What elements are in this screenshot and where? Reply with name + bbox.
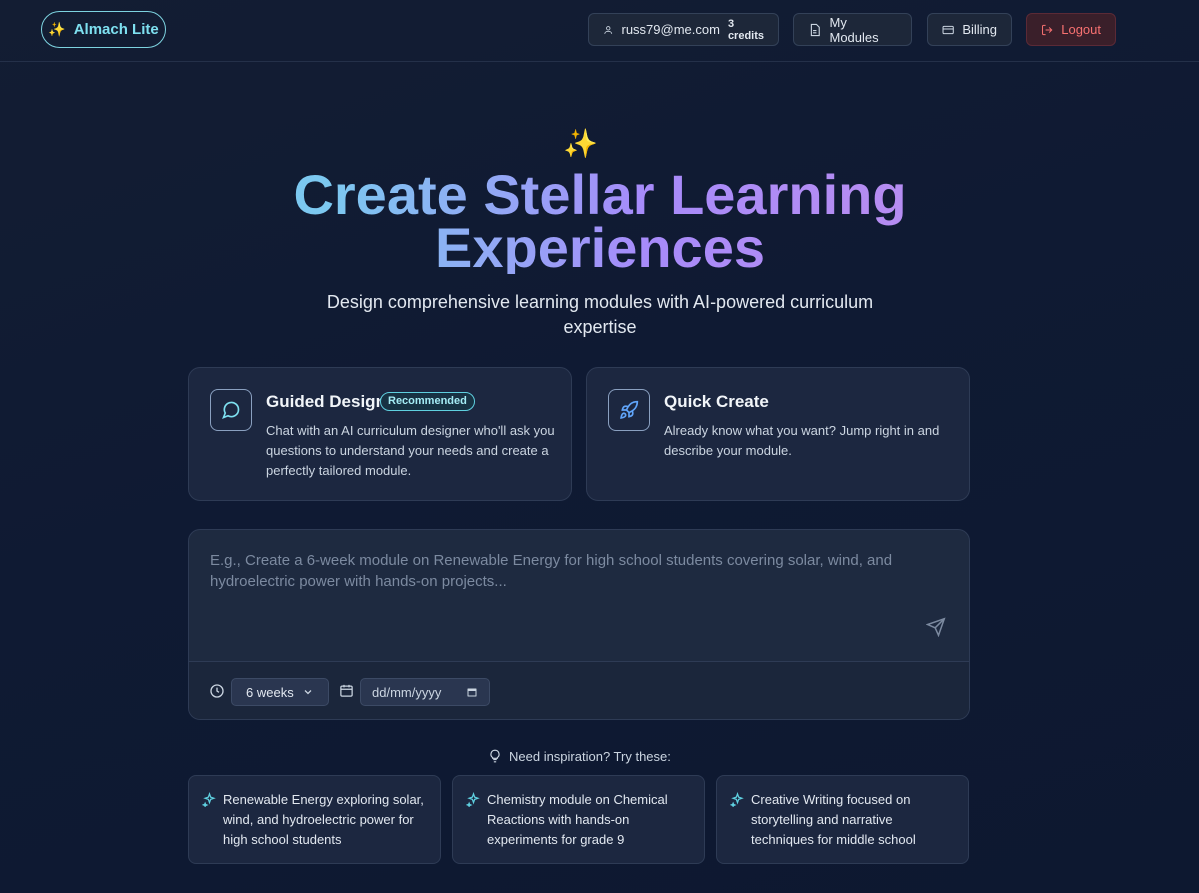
calendar-picker-icon[interactable] bbox=[466, 686, 478, 698]
user-account-chip[interactable]: russ79@me.com 3 credits bbox=[588, 13, 779, 46]
credits-count: 3 credits bbox=[727, 17, 765, 42]
my-modules-button[interactable]: My Modules bbox=[793, 13, 912, 46]
start-date-input[interactable]: dd/mm/yyyy bbox=[360, 678, 490, 706]
top-navbar: ✨ Almach Lite russ79@me.com 3 credits My… bbox=[0, 0, 1199, 62]
billing-label: Billing bbox=[962, 22, 997, 37]
my-modules-label: My Modules bbox=[829, 14, 879, 45]
billing-button[interactable]: Billing bbox=[927, 13, 1012, 46]
suggestion-card[interactable]: Renewable Energy exploring solar, wind, … bbox=[188, 775, 441, 864]
sparkles-icon bbox=[730, 792, 744, 807]
duration-select[interactable]: 6 weeks bbox=[231, 678, 329, 706]
suggestion-text: Chemistry module on Chemical Reactions w… bbox=[487, 792, 668, 847]
recommended-badge: Recommended bbox=[380, 392, 475, 411]
document-icon bbox=[810, 23, 820, 36]
module-prompt-panel: 6 weeks dd/mm/yyyy bbox=[188, 529, 970, 720]
inspiration-heading: Need inspiration? Try these: bbox=[488, 746, 671, 766]
credit-card-icon bbox=[942, 25, 954, 34]
prompt-options-bar: 6 weeks dd/mm/yyyy bbox=[189, 661, 969, 719]
lightbulb-icon bbox=[490, 749, 500, 763]
brand-logo-button[interactable]: ✨ Almach Lite bbox=[41, 11, 166, 48]
rocket-icon bbox=[608, 389, 650, 431]
sparkles-icon bbox=[466, 792, 480, 807]
guided-design-card[interactable]: Guided Design Recommended Chat with an A… bbox=[188, 367, 572, 501]
sparkles-icon bbox=[202, 792, 216, 807]
quick-create-card[interactable]: Quick Create Already know what you want?… bbox=[586, 367, 970, 501]
guided-design-title: Guided Design bbox=[266, 392, 386, 411]
sparkles-icon: ✨ bbox=[48, 21, 66, 37]
inspiration-label: Need inspiration? Try these: bbox=[509, 748, 671, 764]
suggestion-card[interactable]: Chemistry module on Chemical Reactions w… bbox=[452, 775, 705, 864]
page-title: Create Stellar Learning Experiences bbox=[150, 167, 1050, 276]
quick-create-description: Already know what you want? Jump right i… bbox=[664, 423, 940, 458]
duration-value: 6 weeks bbox=[246, 684, 294, 700]
logout-button[interactable]: Logout bbox=[1026, 13, 1116, 46]
suggestion-card[interactable]: Creative Writing focused on storytelling… bbox=[716, 775, 969, 864]
send-icon[interactable] bbox=[926, 617, 946, 637]
logout-label: Logout bbox=[1061, 22, 1101, 37]
suggestion-text: Creative Writing focused on storytelling… bbox=[751, 792, 916, 847]
module-description-input[interactable] bbox=[189, 530, 969, 661]
quick-create-title: Quick Create bbox=[664, 392, 769, 411]
calendar-icon bbox=[340, 684, 353, 697]
chat-bubble-icon bbox=[210, 389, 252, 431]
logout-icon bbox=[1042, 24, 1053, 35]
guided-design-description: Chat with an AI curriculum designer who'… bbox=[266, 423, 555, 478]
page-subtitle: Design comprehensive learning modules wi… bbox=[326, 292, 874, 337]
hero-sparkles-icon: ✨ bbox=[563, 128, 598, 159]
user-email: russ79@me.com bbox=[621, 22, 720, 37]
date-placeholder: dd/mm/yyyy bbox=[372, 684, 442, 700]
chevron-down-icon bbox=[304, 690, 312, 695]
suggestion-text: Renewable Energy exploring solar, wind, … bbox=[223, 792, 424, 847]
user-icon bbox=[604, 25, 613, 34]
brand-name: Almach Lite bbox=[73, 21, 159, 38]
clock-icon bbox=[210, 684, 224, 698]
